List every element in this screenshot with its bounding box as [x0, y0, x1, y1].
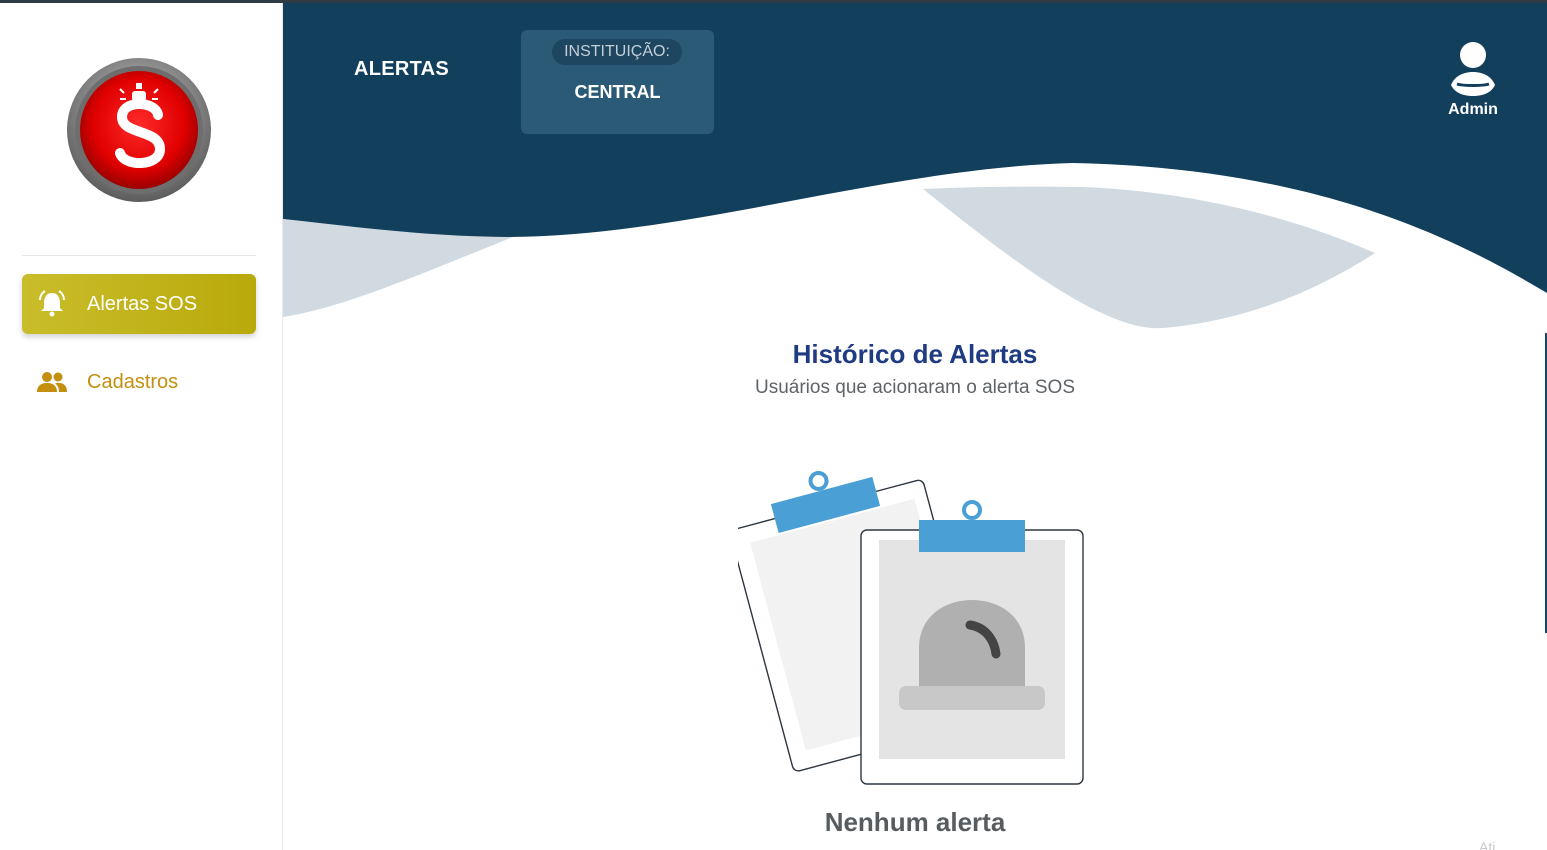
- user-menu[interactable]: Admin: [1443, 41, 1503, 121]
- sidebar: Alertas SOS Cadastros: [0, 3, 283, 850]
- user-label: Admin: [1448, 101, 1498, 118]
- alarm-bell-icon: [36, 288, 68, 320]
- corner-faint-text: Ati: [1479, 839, 1496, 850]
- sidebar-item-label: Cadastros: [87, 371, 179, 393]
- empty-clipboard-illustration: [738, 470, 1084, 785]
- institution-value: CENTRAL: [574, 82, 661, 102]
- sidebar-divider: [22, 255, 256, 256]
- sidebar-item-label: Alertas SOS: [87, 293, 198, 315]
- page-title: ALERTAS: [354, 58, 450, 80]
- sidebar-item-cadastros[interactable]: Cadastros: [22, 352, 256, 412]
- header-wave-background: [283, 3, 1547, 343]
- user-avatar-icon: [1451, 42, 1495, 96]
- main-content: ALERTAS INSTITUIÇÃO: CENTRAL Admin Histó…: [283, 3, 1547, 850]
- sidebar-item-alertas-sos[interactable]: Alertas SOS: [22, 274, 256, 334]
- institution-label: INSTITUIÇÃO:: [552, 39, 682, 65]
- empty-state-text: Nenhum alerta: [824, 807, 1006, 837]
- section-title: Histórico de Alertas: [792, 339, 1038, 369]
- sos-logo-icon: [67, 58, 211, 202]
- section-subtitle: Usuários que acionaram o alerta SOS: [755, 377, 1075, 398]
- institution-card[interactable]: INSTITUIÇÃO: CENTRAL: [521, 30, 714, 134]
- people-icon: [36, 366, 68, 398]
